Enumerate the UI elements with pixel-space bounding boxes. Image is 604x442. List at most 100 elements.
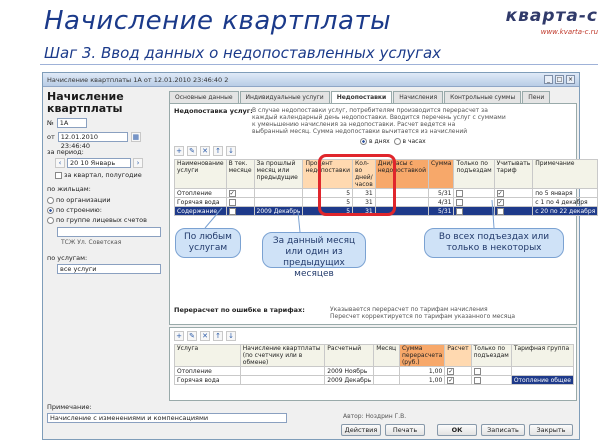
table-row[interactable]: Отопление 2009 Ноябрь 1,00 ✓ (174, 366, 575, 376)
entrances-checkbox[interactable] (473, 376, 481, 384)
tab-undelivered[interactable]: Недопоставки (330, 91, 393, 103)
calendar-icon[interactable]: ▦ (130, 132, 141, 142)
recalc-desc-1: Указывается перерасчет по тарифам начисл… (330, 306, 488, 313)
edit-row-icon[interactable]: ✎ (187, 331, 197, 341)
print-button[interactable]: Печать (385, 424, 425, 436)
number-field[interactable]: 1А (56, 118, 87, 128)
calc-checkbox[interactable]: ✓ (447, 376, 455, 384)
period-next-icon[interactable]: › (133, 158, 143, 168)
comment-field[interactable]: Начисление с изменениями и компенсациями (47, 413, 287, 423)
entrances-checkbox[interactable] (473, 367, 481, 375)
radio-hours[interactable] (393, 138, 401, 145)
table-row[interactable]: Горячая вода 2009 Декабрь 1,00 ✓ Отоплен… (174, 375, 575, 385)
calc-checkbox[interactable]: ✓ (447, 367, 455, 375)
cell-sum: 1,00 (398, 366, 446, 376)
cell-group (510, 366, 575, 376)
tab-main[interactable]: Основные данные (169, 91, 239, 103)
current-checkbox[interactable] (228, 207, 236, 215)
recalc-toolbar: + ✎ ✕ ↑ ↓ (174, 331, 236, 341)
save-button[interactable]: Записать (481, 424, 525, 436)
edit-row-icon[interactable]: ✎ (187, 146, 197, 156)
col2-entrances: Только по подъездам (470, 344, 512, 367)
number-label: № (47, 119, 54, 127)
delete-row-icon[interactable]: ✕ (200, 331, 210, 341)
desc-line-3: к уменьшению начисления за недопоставки.… (252, 121, 456, 128)
logo-url: www.kvarta-c.ru (540, 28, 598, 36)
move-up-icon[interactable]: ↑ (213, 331, 223, 341)
cell-service: Содержание (174, 206, 227, 216)
callout-month: За данный месяц или один из предыдущих м… (262, 232, 366, 279)
desc-line-4: выбранный месяц. Сумма недопоставки вычи… (252, 128, 468, 135)
by-label: по жильцам: (47, 185, 91, 193)
radio-organization[interactable] (47, 196, 54, 204)
period-prev-icon[interactable]: ‹ (55, 158, 65, 168)
callout-any-services: По любым услугам (175, 228, 241, 258)
building-field[interactable] (57, 227, 161, 237)
maximize-icon[interactable]: □ (555, 75, 564, 84)
services-field[interactable]: все услуги (57, 264, 161, 274)
logo: кварта-с www.kvarta-c.ru (498, 6, 598, 40)
callout-entrances: Во всех подъездах или только в некоторых (424, 228, 564, 258)
recalc-desc-2: Пересчет корректируется по тарифам указа… (330, 313, 516, 320)
entrances-checkbox[interactable] (456, 198, 464, 206)
tab-checksums[interactable]: Контрольные суммы (444, 91, 522, 103)
ok-button[interactable]: ОК (437, 424, 477, 436)
cell-group: Отопление общее (510, 375, 575, 385)
move-down-icon[interactable]: ↓ (226, 146, 236, 156)
date-field[interactable]: 12.01.2010 23:46:40 (57, 132, 128, 150)
undelivered-description: В случае недопоставки услуг, потребителя… (252, 107, 572, 135)
cell-sum: 5/31 (427, 206, 455, 216)
col-note: Примечание (532, 159, 599, 189)
tab-individual[interactable]: Индивидуальные услуги (239, 91, 330, 103)
add-row-icon[interactable]: + (174, 331, 184, 341)
close-button[interactable]: Закрыть (529, 424, 573, 436)
tariff-checkbox[interactable]: ✓ (496, 198, 504, 206)
col-sum: Сумма (427, 159, 455, 189)
tab-penalties[interactable]: Пени (522, 91, 551, 103)
actions-button[interactable]: Действия (341, 424, 381, 436)
move-up-icon[interactable]: ↑ (213, 146, 223, 156)
radio-account-group[interactable] (47, 216, 54, 224)
window-title: Начисление квартплаты 1А от 12.01.2010 2… (47, 75, 229, 84)
tariff-checkbox[interactable]: ✓ (496, 189, 504, 197)
title-divider (40, 64, 598, 65)
cell-note: по 5 января (532, 188, 599, 198)
tab-charges[interactable]: Начисления (393, 91, 444, 103)
quarter-checkbox[interactable] (55, 171, 62, 179)
radio-building-label: по строению: (56, 206, 102, 214)
entrances-checkbox[interactable] (456, 189, 464, 197)
period-label: за период: (47, 148, 84, 156)
move-down-icon[interactable]: ↓ (226, 331, 236, 341)
tariff-checkbox[interactable]: ✓ (496, 207, 504, 215)
undelivered-label: Недопоставка услуг: (174, 107, 253, 115)
add-row-icon[interactable]: + (174, 146, 184, 156)
cell-month (373, 375, 400, 385)
highlight-box (318, 154, 396, 216)
cell-note: с 1 по 4 декабря (532, 197, 599, 207)
cell-service: Горячая вода (174, 197, 227, 207)
delete-row-icon[interactable]: ✕ (200, 146, 210, 156)
recalc-description: Указывается перерасчет по тарифам начисл… (330, 306, 515, 320)
radio-building[interactable] (47, 206, 54, 214)
desc-line-1: В случае недопоставки услуг, потребителя… (252, 107, 488, 114)
current-checkbox[interactable] (228, 198, 236, 206)
radio-days-label: в днях (369, 138, 390, 145)
minimize-icon[interactable]: _ (544, 75, 553, 84)
period-field[interactable]: 20 10 Январь (67, 158, 131, 168)
recalc-table: Услуга Начисление квартплаты (по счетчик… (174, 344, 575, 385)
cell-sum: 1,00 (398, 375, 446, 385)
cell-period (253, 188, 304, 198)
cell-period: 2009 Декабрь (253, 206, 304, 216)
col2-sum: Сумма перерасчета (руб.) (398, 344, 446, 367)
slide-subtitle: Шаг 3. Ввод данных о недопоставленных ус… (44, 44, 442, 62)
author-label: Автор: Ноздрин Г.В. (343, 413, 407, 420)
desc-line-2: каждый календарный день недопоставки. Вв… (252, 114, 506, 121)
radio-days[interactable] (360, 138, 367, 145)
doc-heading-2: квартплаты (47, 102, 123, 115)
current-checkbox[interactable]: ✓ (228, 189, 236, 197)
entrances-checkbox[interactable] (456, 207, 464, 215)
cell-sum: 4/31 (427, 197, 455, 207)
col2-service: Услуга (174, 344, 241, 367)
close-icon[interactable]: × (566, 75, 575, 84)
window-titlebar: Начисление квартплаты 1А от 12.01.2010 2… (43, 73, 579, 87)
